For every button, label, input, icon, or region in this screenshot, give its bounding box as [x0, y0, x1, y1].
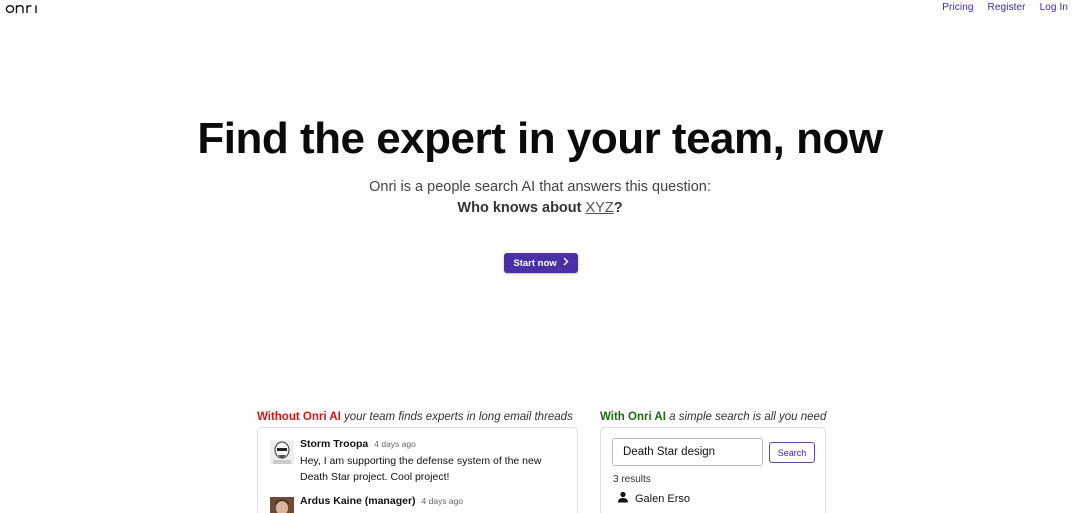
message-item: Ardus Kaine (manager) 4 days ago — [270, 495, 463, 513]
start-now-button[interactable]: Start now — [504, 253, 578, 273]
chevron-right-icon — [563, 257, 569, 269]
login-link[interactable]: Log In — [1040, 2, 1068, 13]
without-caption-rest: your team finds experts in long email th… — [340, 411, 573, 423]
message-text: Hey, I am supporting the defense system … — [300, 455, 542, 483]
result-name: Galen Erso — [635, 492, 691, 505]
search-input[interactable]: Death Star design — [612, 438, 763, 466]
question-suffix: ? — [613, 200, 623, 216]
message-author: Storm Troopa — [300, 438, 369, 450]
question-topic: XYZ — [585, 200, 614, 216]
hero-question: Who knows about XYZ? — [0, 200, 1080, 216]
person-icon — [617, 491, 629, 506]
register-link[interactable]: Register — [988, 2, 1026, 13]
without-caption: Without Onri AI your team finds experts … — [257, 411, 573, 423]
start-now-label: Start now — [513, 257, 557, 269]
logo-wordmark — [5, 4, 37, 14]
email-thread-card: Storm Troopa 4 days ago Hey, I am suppor… — [257, 427, 578, 513]
result-item[interactable]: Galen Erso — [617, 491, 690, 506]
without-caption-strong: Without Onri AI — [257, 411, 341, 423]
with-caption-rest: a simple search is all you need — [665, 411, 827, 423]
hero-title: Find the expert in your team, now — [197, 114, 883, 163]
search-demo-card: Death Star design Search 3 results Galen… — [600, 427, 826, 513]
message-time: 4 days ago — [421, 496, 464, 506]
top-nav: Pricing Register Log In — [928, 2, 1068, 13]
message-time: 4 days ago — [374, 439, 416, 449]
hero-subtitle: Onri is a people search AI that answers … — [369, 179, 711, 195]
with-caption: With Onri AI a simple search is all you … — [600, 411, 826, 423]
results-count: 3 results — [613, 474, 651, 485]
search-button[interactable]: Search — [769, 442, 815, 463]
avatar — [270, 440, 294, 464]
question-prefix: Who knows about — [457, 200, 586, 216]
pricing-link[interactable]: Pricing — [942, 2, 973, 13]
avatar — [270, 497, 294, 513]
with-caption-strong: With Onri AI — [600, 411, 666, 423]
message-item: Storm Troopa 4 days ago Hey, I am suppor… — [270, 438, 560, 485]
message-author: Ardus Kaine (manager) — [300, 495, 416, 507]
onri-logo[interactable] — [5, 2, 43, 14]
